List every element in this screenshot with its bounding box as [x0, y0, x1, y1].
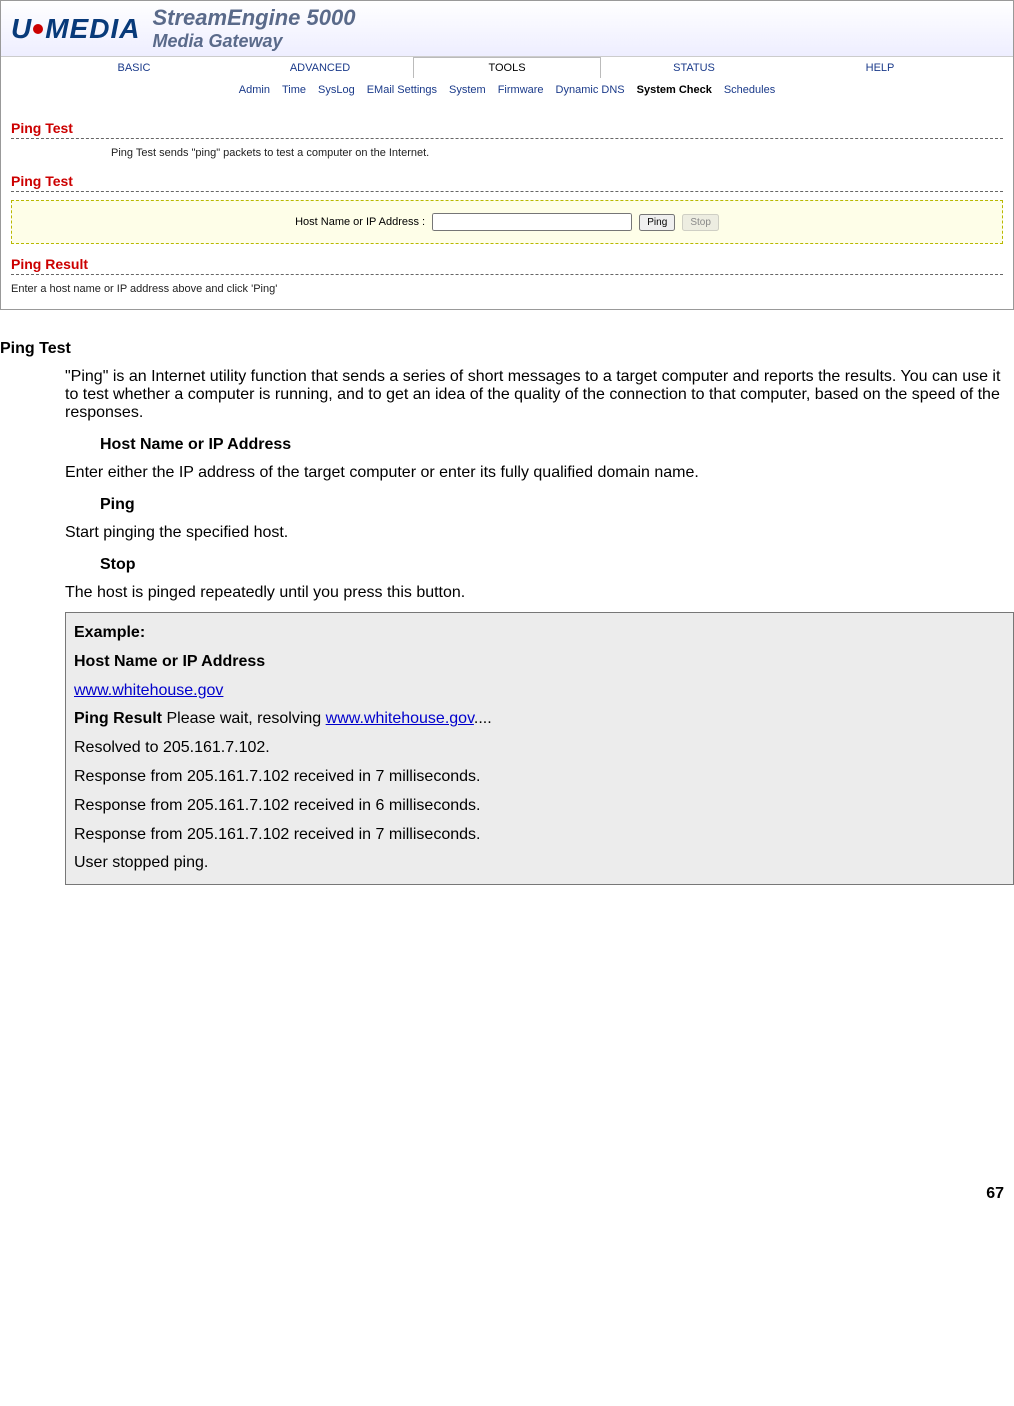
- subtab-email[interactable]: EMail Settings: [367, 84, 437, 96]
- header: U MEDIA StreamEngine 5000 Media Gateway: [1, 1, 1013, 57]
- product-subtitle: Media Gateway: [152, 31, 355, 52]
- umedia-logo: U MEDIA: [11, 13, 140, 45]
- tab-basic[interactable]: BASIC: [41, 58, 227, 78]
- host-label: Host Name or IP Address :: [295, 216, 425, 228]
- subtab-schedules[interactable]: Schedules: [724, 84, 775, 96]
- example-title: Example:: [74, 624, 145, 641]
- subtab-time[interactable]: Time: [282, 84, 306, 96]
- subtab-admin[interactable]: Admin: [239, 84, 270, 96]
- example-box: Example: Host Name or IP Address www.whi…: [65, 612, 1014, 885]
- sub-tabs: Admin Time SysLog EMail Settings System …: [1, 78, 1013, 106]
- divider: [11, 191, 1003, 192]
- doc-sub-host: Host Name or IP Address: [100, 436, 1014, 454]
- subtab-system-check[interactable]: System Check: [637, 84, 712, 96]
- section-title-result: Ping Result: [11, 256, 1003, 272]
- example-result-line: Ping Result Please wait, resolving www.w…: [74, 705, 1005, 734]
- example-resolve-link[interactable]: www.whitehouse.gov: [326, 710, 474, 727]
- subtab-system[interactable]: System: [449, 84, 486, 96]
- tab-status[interactable]: STATUS: [601, 58, 787, 78]
- page-number: 67: [0, 1185, 1014, 1203]
- subtab-ddns[interactable]: Dynamic DNS: [556, 84, 625, 96]
- doc-body: "Ping" is an Internet utility function t…: [65, 368, 1014, 885]
- tab-tools[interactable]: TOOLS: [413, 57, 601, 78]
- divider: [11, 138, 1003, 139]
- stop-button[interactable]: Stop: [682, 214, 719, 231]
- example-wait-suffix: ....: [474, 710, 492, 727]
- example-response-2: Response from 205.161.7.102 received in …: [74, 792, 1005, 821]
- doc-ping-desc: Start pinging the specified host.: [65, 524, 1014, 542]
- host-input[interactable]: [432, 213, 632, 231]
- example-wait-prefix: Please wait, resolving: [162, 710, 326, 727]
- doc-sub-stop: Stop: [100, 556, 1014, 574]
- section-title-ping-test: Ping Test: [11, 120, 1003, 136]
- example-stopped: User stopped ping.: [74, 849, 1005, 878]
- product-title-block: StreamEngine 5000 Media Gateway: [152, 5, 355, 52]
- documentation-section: Ping Test "Ping" is an Internet utility …: [0, 340, 1014, 885]
- ping-test-description: Ping Test sends "ping" packets to test a…: [111, 147, 1003, 159]
- example-response-3: Response from 205.161.7.102 received in …: [74, 821, 1005, 850]
- example-result-label: Ping Result: [74, 710, 162, 727]
- doc-intro: "Ping" is an Internet utility function t…: [65, 368, 1014, 422]
- doc-sub-ping: Ping: [100, 496, 1014, 514]
- divider: [11, 274, 1003, 275]
- example-response-1: Response from 205.161.7.102 received in …: [74, 763, 1005, 792]
- main-tabs: BASIC ADVANCED TOOLS STATUS HELP: [1, 57, 1013, 78]
- section-title-form: Ping Test: [11, 173, 1003, 189]
- example-host-label: Host Name or IP Address: [74, 653, 265, 670]
- doc-heading-ping-test: Ping Test: [0, 340, 1014, 358]
- tab-help[interactable]: HELP: [787, 58, 973, 78]
- ping-form-box: Host Name or IP Address : Ping Stop: [11, 200, 1003, 244]
- example-host-link[interactable]: www.whitehouse.gov: [74, 682, 223, 699]
- ping-button[interactable]: Ping: [639, 214, 675, 231]
- product-title: StreamEngine 5000: [152, 5, 355, 31]
- doc-stop-desc: The host is pinged repeatedly until you …: [65, 584, 1014, 602]
- example-resolved: Resolved to 205.161.7.102.: [74, 734, 1005, 763]
- router-ui-screenshot: U MEDIA StreamEngine 5000 Media Gateway …: [0, 0, 1014, 310]
- content-panel: Ping Test Ping Test sends "ping" packets…: [1, 106, 1013, 309]
- subtab-syslog[interactable]: SysLog: [318, 84, 355, 96]
- result-description: Enter a host name or IP address above an…: [11, 283, 1003, 295]
- logo-letter-u: U: [11, 13, 31, 45]
- logo-dot-icon: [33, 24, 43, 34]
- doc-host-desc: Enter either the IP address of the targe…: [65, 464, 1014, 482]
- logo-text-media: MEDIA: [45, 13, 140, 45]
- tab-advanced[interactable]: ADVANCED: [227, 58, 413, 78]
- subtab-firmware[interactable]: Firmware: [498, 84, 544, 96]
